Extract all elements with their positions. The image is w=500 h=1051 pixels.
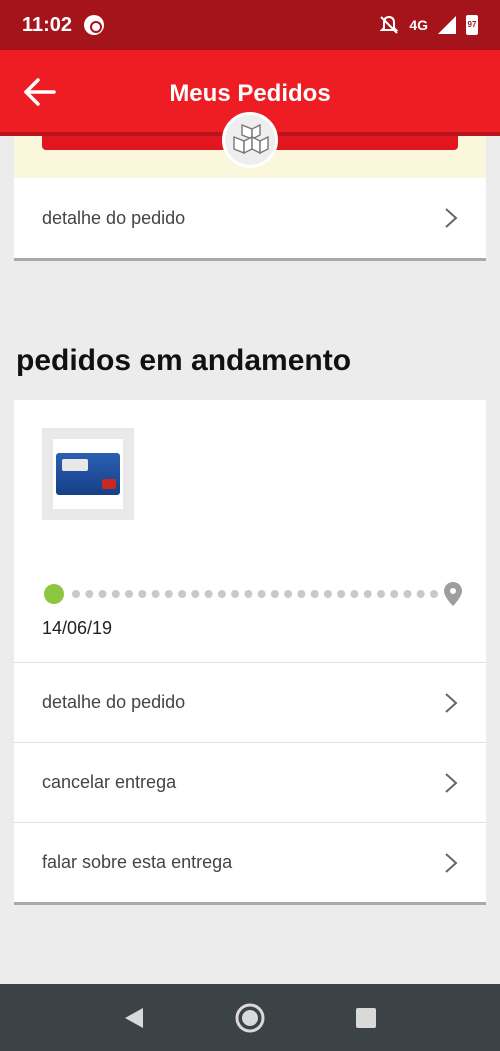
progress-start-marker [44,584,64,604]
progress-dot [72,590,80,598]
progress-dot [111,590,120,598]
delivery-progress-track [44,582,462,606]
section-title: pedidos em andamento [16,344,352,377]
nav-home-button[interactable] [232,1000,268,1036]
progress-dot [138,590,147,598]
location-pin-icon [444,582,462,606]
progress-dot [284,590,293,598]
progress-dot [416,590,425,598]
status-time: 11:02 [22,13,73,36]
back-triangle-icon [125,1007,143,1028]
progress-dot [217,590,226,598]
progress-dot [164,590,173,598]
progress-dot [310,590,319,598]
progress-dot [403,590,412,598]
progress-dot [204,590,213,598]
progress-dot [85,590,94,598]
product-thumbnail[interactable] [42,428,134,520]
network-type: 4G [409,17,428,33]
progress-dot [377,590,385,598]
progress-dot [244,590,253,598]
chevron-right-icon [445,852,458,873]
system-nav-bar [0,984,500,1051]
progress-dot [363,590,372,598]
row-label: detalhe do pedido [42,692,186,712]
silent-bell-icon [379,15,399,34]
progress-dot [125,590,133,598]
talk-about-delivery-row[interactable]: falar sobre esta entrega [14,822,486,902]
status-indicators: 4G 97 [379,15,478,35]
chevron-right-icon [445,208,458,228]
row-label: cancelar entrega [42,772,177,792]
previous-order-card: detalhe do pedido [14,178,486,258]
whatsapp-icon [84,15,105,35]
progress-dot [191,590,200,598]
nav-back-button[interactable] [116,1000,152,1036]
progress-dot [178,590,187,598]
row-label: detalhe do pedido [42,207,186,228]
progress-dot [350,590,359,598]
battery-icon: 97 [466,15,478,35]
cancel-delivery-row[interactable]: cancelar entrega [14,742,486,822]
nav-recents-button[interactable] [348,1000,384,1036]
progress-dot [151,590,160,598]
order-actions: detalhe do pedido cancelar entrega falar… [14,662,486,902]
product-image-frame [53,439,123,509]
order-detail-row[interactable]: detalhe do pedido [14,662,486,742]
chevron-right-icon [445,772,458,793]
progress-dot [257,590,266,598]
order-date: 14/06/19 [42,618,113,638]
status-bar: 11:02 4G 97 [0,0,500,50]
chevron-right-icon [445,692,458,713]
active-order-card: 14/06/19 detalhe do pedido cancelar entr… [14,400,486,902]
progress-dot [231,590,240,598]
row-label: falar sobre esta entrega [42,852,233,872]
progress-dot [337,590,346,598]
progress-dot [270,590,279,598]
page-title: Meus Pedidos [169,80,331,107]
previous-order-detail-row[interactable]: detalhe do pedido [14,178,486,258]
home-circle-icon [235,1003,265,1032]
progress-dot [430,590,438,598]
recents-square-icon [356,1007,376,1028]
signal-icon [438,16,456,34]
progress-dot [323,590,332,598]
boxes-logo-icon [222,112,278,168]
progress-dot [390,590,399,598]
chocolate-box-image [56,453,120,495]
progress-dot [297,590,306,598]
progress-dot [98,590,107,598]
